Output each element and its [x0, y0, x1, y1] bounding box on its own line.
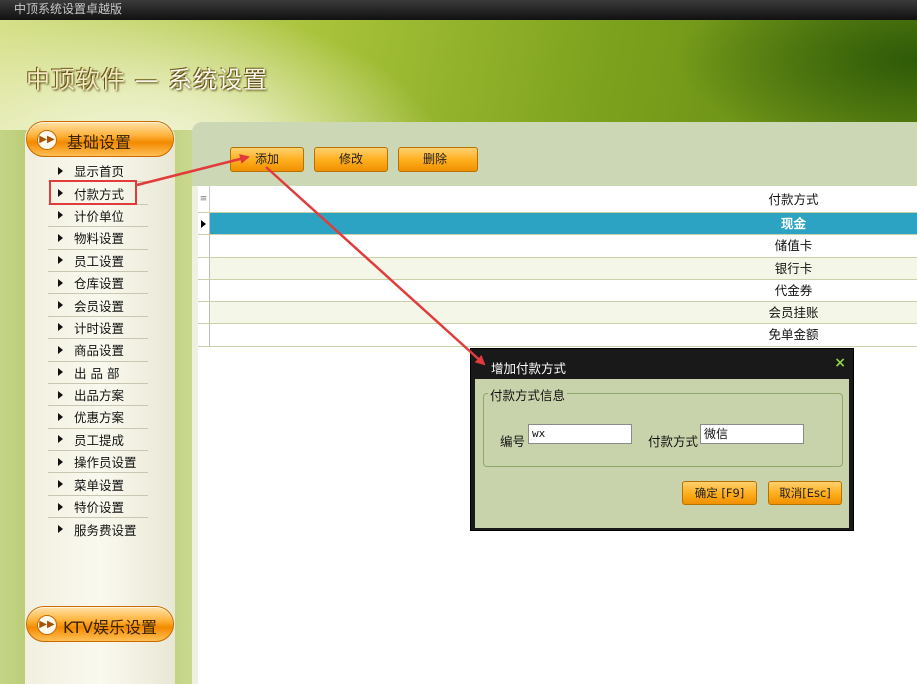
column-header[interactable]: 付款方式 — [210, 186, 917, 212]
row-pointer-icon — [201, 220, 206, 228]
delete-button[interactable]: 删除 — [398, 147, 478, 172]
sidebar-item-staff[interactable]: 员工设置 — [48, 250, 148, 272]
confirm-button[interactable]: 确定 [F9] — [682, 481, 757, 505]
row-header — [198, 257, 210, 279]
caret-right-icon — [58, 233, 63, 242]
table-cell[interactable]: 储值卡 — [210, 235, 917, 257]
sidebar-item-staff-commission[interactable]: 员工提成 — [48, 429, 148, 452]
payment-info-group: 付款方式信息 编号 wx 付款方式 微信 — [483, 385, 843, 467]
double-chevron-icon: ▶▶ — [37, 130, 57, 150]
table-cell[interactable]: 代金券 — [210, 279, 917, 302]
window-title: 中顶系统设置卓越版 — [0, 0, 917, 20]
code-label: 编号 — [500, 434, 526, 449]
dialog-body: 付款方式信息 编号 wx 付款方式 微信 确定 [F9] 取消[Esc] — [475, 379, 849, 528]
add-payment-method-dialog: 增加付款方式 × 付款方式信息 编号 wx 付款方式 微信 确定 [F9] 取消… — [470, 348, 854, 531]
row-header — [198, 279, 210, 302]
table-row[interactable]: 会员挂账 — [198, 302, 917, 325]
sidebar-item-products[interactable]: 商品设置 — [48, 339, 148, 362]
payment-name-input[interactable]: 微信 — [700, 424, 804, 444]
caret-right-icon — [58, 256, 63, 265]
app-title: 中顶软件 — 系统设置 — [26, 60, 268, 95]
double-chevron-icon: ▶▶ — [37, 615, 57, 635]
cancel-button[interactable]: 取消[Esc] — [768, 481, 842, 505]
table-header: ≡ 付款方式 — [198, 186, 917, 213]
caret-right-icon — [58, 323, 63, 332]
group-label: 付款方式信息 — [488, 385, 568, 404]
row-header — [198, 235, 210, 257]
caret-right-icon — [58, 480, 63, 489]
section-basic-settings[interactable]: ▶▶ 基础设置 — [26, 121, 174, 157]
sidebar-item-menu-settings[interactable]: 菜单设置 — [48, 473, 148, 496]
caret-right-icon — [58, 525, 63, 534]
sidebar-item-members[interactable]: 会员设置 — [48, 294, 148, 317]
section-ktv-settings[interactable]: ▶▶ KTV娱乐设置 — [26, 606, 174, 642]
close-icon[interactable]: × — [834, 355, 846, 371]
table-corner: ≡ — [198, 186, 210, 212]
caret-right-icon — [58, 278, 63, 287]
table-row[interactable]: 储值卡 — [198, 235, 917, 258]
sidebar-item-operators[interactable]: 操作员设置 — [48, 451, 148, 474]
section-label: 基础设置 — [67, 133, 132, 152]
table-cell[interactable]: 现金 — [210, 213, 917, 235]
header-banner: 中顶软件 — 系统设置 — [0, 20, 917, 130]
sidebar-item-output-plan[interactable]: 出品方案 — [48, 384, 148, 407]
caret-right-icon — [58, 166, 63, 175]
table-cell[interactable]: 会员挂账 — [210, 302, 917, 324]
section-label: KTV娱乐设置 — [63, 618, 157, 637]
row-header — [198, 213, 210, 235]
sidebar-item-warehouse[interactable]: 仓库设置 — [48, 272, 148, 295]
annotation-highlight-box — [49, 180, 137, 205]
caret-right-icon — [58, 211, 63, 220]
payment-name-label: 付款方式 — [648, 434, 699, 449]
sidebar-item-service-fee[interactable]: 服务费设置 — [48, 518, 148, 540]
table-cell[interactable]: 银行卡 — [210, 257, 917, 279]
sidebar-menu: 显示首页 付款方式 计价单位 物料设置 员工设置 仓库设置 会员设置 计时设置 … — [48, 160, 148, 541]
caret-right-icon — [58, 390, 63, 399]
title-separator: — — [134, 66, 160, 94]
page-subtitle: 系统设置 — [168, 66, 269, 94]
sidebar-item-units[interactable]: 计价单位 — [48, 205, 148, 228]
table-row[interactable]: 银行卡 — [198, 257, 917, 280]
table-row[interactable]: 现金 — [198, 213, 917, 236]
table-row[interactable]: 免单金额 — [198, 324, 917, 347]
caret-right-icon — [58, 301, 63, 310]
table-row[interactable]: 代金券 — [198, 279, 917, 303]
caret-right-icon — [58, 435, 63, 444]
add-button[interactable]: 添加 — [230, 147, 304, 172]
caret-right-icon — [58, 412, 63, 421]
caret-right-icon — [58, 457, 63, 466]
payment-methods-table: ≡ 付款方式 现金 储值卡 银行卡 代金券 会员挂账 免单金额 — [198, 186, 917, 347]
row-header — [198, 302, 210, 324]
sidebar-item-special-price[interactable]: 特价设置 — [48, 496, 148, 519]
sidebar-item-materials[interactable]: 物料设置 — [48, 227, 148, 250]
edit-button[interactable]: 修改 — [314, 147, 388, 172]
table-cell[interactable]: 免单金额 — [210, 324, 917, 346]
dialog-title: 增加付款方式 — [491, 361, 567, 376]
caret-right-icon — [58, 502, 63, 511]
brand-name: 中顶软件 — [26, 66, 126, 94]
code-input[interactable]: wx — [528, 424, 632, 444]
caret-right-icon — [58, 345, 63, 354]
sidebar-item-output-dept[interactable]: 出 品 部 — [48, 362, 148, 384]
row-header — [198, 324, 210, 346]
sidebar-item-discount-plan[interactable]: 优惠方案 — [48, 406, 148, 429]
sidebar-item-timing[interactable]: 计时设置 — [48, 317, 148, 340]
caret-right-icon — [58, 368, 63, 377]
